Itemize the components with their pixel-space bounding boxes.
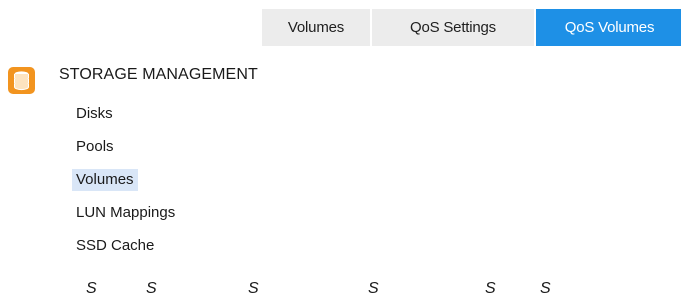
top-tab-bar: Volumes QoS Settings QoS Volumes [262, 9, 681, 46]
footer-letter: S [86, 280, 97, 297]
tab-qos-settings[interactable]: QoS Settings [372, 9, 534, 46]
nav-item-pools[interactable]: Pools [72, 136, 179, 158]
footer-letter: S [368, 280, 379, 297]
storage-database-icon [8, 67, 35, 94]
nav-item-disks[interactable]: Disks [72, 103, 179, 125]
section-title: STORAGE MANAGEMENT [59, 66, 258, 83]
footer-letter: S [146, 280, 157, 297]
storage-nav-list: Disks Pools Volumes LUN Mappings SSD Cac… [72, 103, 179, 268]
footer-letter: S [485, 280, 496, 297]
footer-letter: S [248, 280, 259, 297]
tab-qos-volumes[interactable]: QoS Volumes [536, 9, 681, 46]
page: Volumes QoS Settings QoS Volumes STORAGE… [0, 0, 681, 301]
footer-letter: S [540, 280, 551, 297]
tab-volumes[interactable]: Volumes [262, 9, 370, 46]
nav-item-ssd-cache[interactable]: SSD Cache [72, 235, 179, 257]
nav-item-lun-mappings[interactable]: LUN Mappings [72, 202, 179, 224]
nav-item-volumes[interactable]: Volumes [72, 169, 138, 191]
